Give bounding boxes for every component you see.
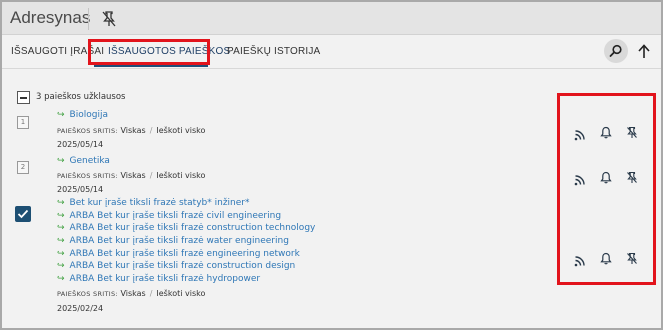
arrow-right-icon: ↪ [57, 274, 65, 284]
arrow-right-icon: ↪ [57, 156, 65, 166]
saved-date: 2025/05/14 [57, 185, 104, 194]
search-scope: PAIEŠKOS SRITIS: Viskas / Ieškoti visko [57, 289, 206, 298]
item-checkbox-checked[interactable] [15, 206, 31, 222]
unpin-icon[interactable] [101, 10, 117, 28]
rss-icon[interactable] [574, 252, 586, 267]
app-window: Adresynas IŠSAUGOTI ĮRAŠAI IŠSAUGOTOS PA… [0, 0, 663, 330]
bell-icon[interactable] [600, 124, 612, 139]
arrow-right-icon: ↪ [57, 211, 65, 221]
saved-query-link[interactable]: ↪ Genetika [57, 156, 110, 169]
tab-saved-records[interactable]: IŠSAUGOTI ĮRAŠAI [11, 46, 104, 57]
rss-icon[interactable] [574, 126, 586, 141]
saved-query-link[interactable]: ↪ ARBA Bet kur įraše tiksli frazė constru… [57, 261, 295, 274]
arrow-right-icon: ↪ [57, 198, 65, 208]
saved-query-link[interactable]: ↪ ARBA Bet kur įraše tiksli frazė hydropo… [57, 274, 260, 287]
bell-icon[interactable] [600, 169, 612, 184]
saved-query-link[interactable]: ↪ ARBA Bet kur įraše tiksli frazė constru… [57, 223, 315, 236]
divider [88, 8, 89, 30]
arrow-right-icon: ↪ [57, 249, 65, 259]
tab-search-history[interactable]: PAIEŠKŲ ISTORIJA [227, 46, 320, 57]
arrow-right-icon: ↪ [57, 261, 65, 271]
arrow-right-icon: ↪ [57, 236, 65, 246]
unpin-icon[interactable] [626, 124, 638, 138]
saved-query-link[interactable]: ↪ Bet kur įraše tiksli frazė statyb* inži… [57, 198, 249, 211]
unpin-icon[interactable] [626, 169, 638, 183]
tab-saved-searches[interactable]: IŠSAUGOTOS PAIEŠKOS [108, 46, 230, 57]
search-scope: PAIEŠKOS SRITIS: Viskas / Ieškoti visko [57, 126, 206, 135]
app-title: Adresynas [10, 8, 91, 27]
tab-bar: IŠSAUGOTI ĮRAŠAI IŠSAUGOTOS PAIEŠKOS PAI… [2, 36, 661, 69]
active-tab-indicator [94, 64, 208, 67]
scroll-to-top-button[interactable] [637, 43, 651, 59]
search-icon [609, 44, 622, 57]
arrow-up-icon [638, 44, 650, 58]
rss-icon[interactable] [574, 171, 586, 186]
saved-query-link[interactable]: ↪ ARBA Bet kur įraše tiksli frazė water e… [57, 236, 289, 249]
bell-icon[interactable] [600, 250, 612, 265]
arrow-right-icon: ↪ [57, 223, 65, 233]
search-scope: PAIEŠKOS SRITIS: Viskas / Ieškoti visko [57, 171, 206, 180]
item-index-badge[interactable]: 2 [17, 161, 29, 174]
saved-date: 2025/05/14 [57, 140, 104, 149]
search-button[interactable] [604, 39, 628, 63]
query-count: 3 paieškos užklausos [36, 92, 126, 102]
saved-query-link[interactable]: ↪ Biologija [57, 110, 108, 123]
unpin-icon[interactable] [626, 250, 638, 264]
saved-date: 2025/02/24 [57, 304, 104, 313]
top-bar: Adresynas [2, 2, 661, 35]
item-index-badge[interactable]: 1 [17, 116, 29, 129]
arrow-right-icon: ↪ [57, 110, 65, 120]
select-all-checkbox[interactable] [17, 91, 30, 104]
checkmark-icon [17, 209, 29, 219]
